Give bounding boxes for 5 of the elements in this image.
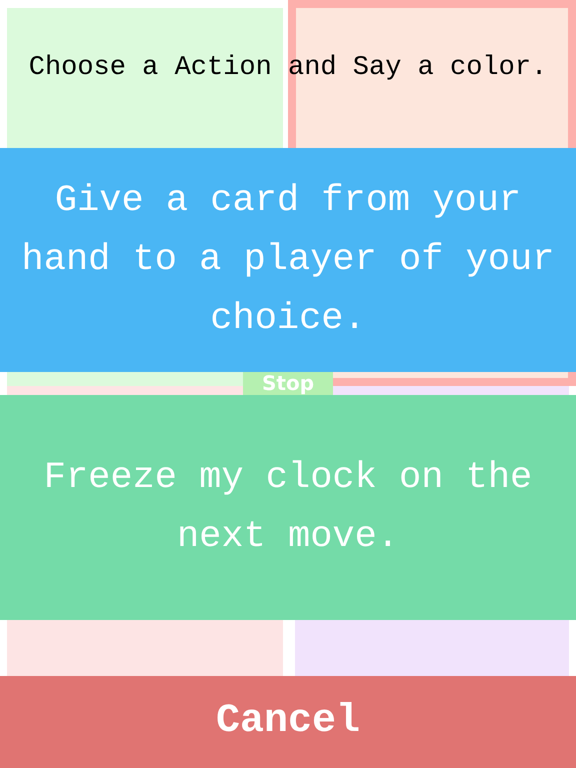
cancel-button[interactable]: Cancel (0, 676, 576, 768)
stop-button[interactable]: Stop (243, 372, 333, 395)
action-menu[interactable]: Freeze my clock on the next move. (0, 395, 576, 620)
action-menu[interactable]: Give a card from your hand to a player of your choice. (0, 148, 576, 372)
prompt-text: Choose a Action and Say a color. (28, 52, 548, 85)
